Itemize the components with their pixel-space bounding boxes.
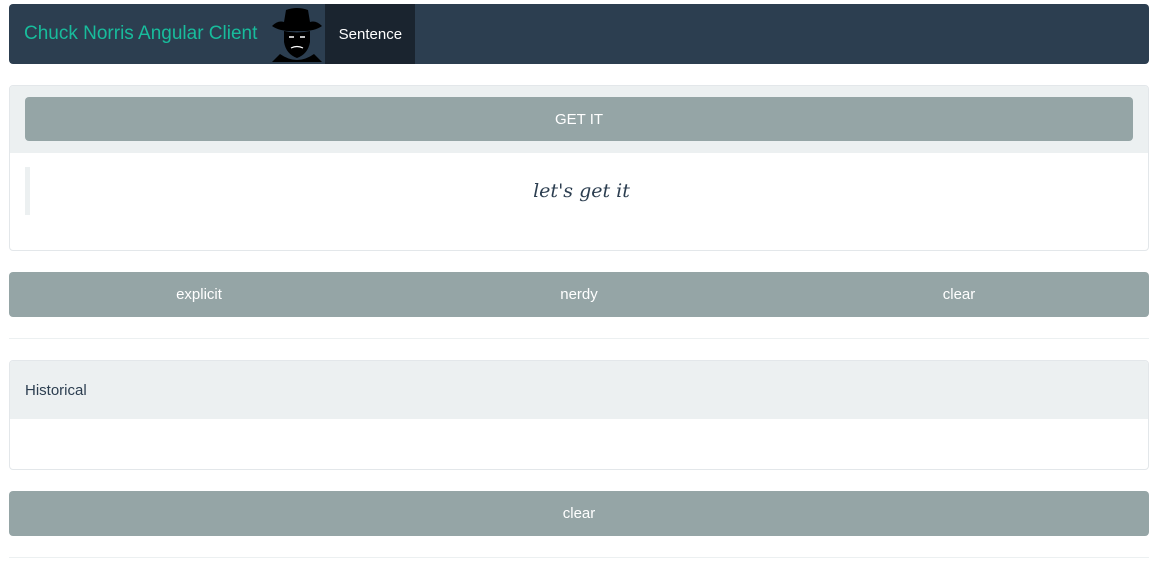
divider xyxy=(9,557,1149,558)
nerdy-button[interactable]: nerdy xyxy=(389,272,769,317)
sentence-panel: GET IT let's get it xyxy=(9,85,1149,251)
explicit-button[interactable]: explicit xyxy=(9,272,389,317)
clear-button[interactable]: clear xyxy=(769,272,1149,317)
historical-panel: Historical xyxy=(9,360,1149,470)
historical-title: Historical xyxy=(10,361,1148,419)
sentence-quote: let's get it xyxy=(25,167,1133,215)
navbar: Chuck Norris Angular Client Sentence xyxy=(9,4,1149,64)
get-it-button[interactable]: GET IT xyxy=(25,97,1133,141)
chuck-norris-logo-icon xyxy=(269,4,325,64)
historical-list xyxy=(10,419,1148,469)
clear-history-button[interactable]: clear xyxy=(9,491,1149,536)
brand-title[interactable]: Chuck Norris Angular Client xyxy=(24,4,257,64)
options-button-group: explicit nerdy clear xyxy=(9,272,1149,317)
nav-sentence[interactable]: Sentence xyxy=(325,4,416,64)
divider xyxy=(9,338,1149,339)
